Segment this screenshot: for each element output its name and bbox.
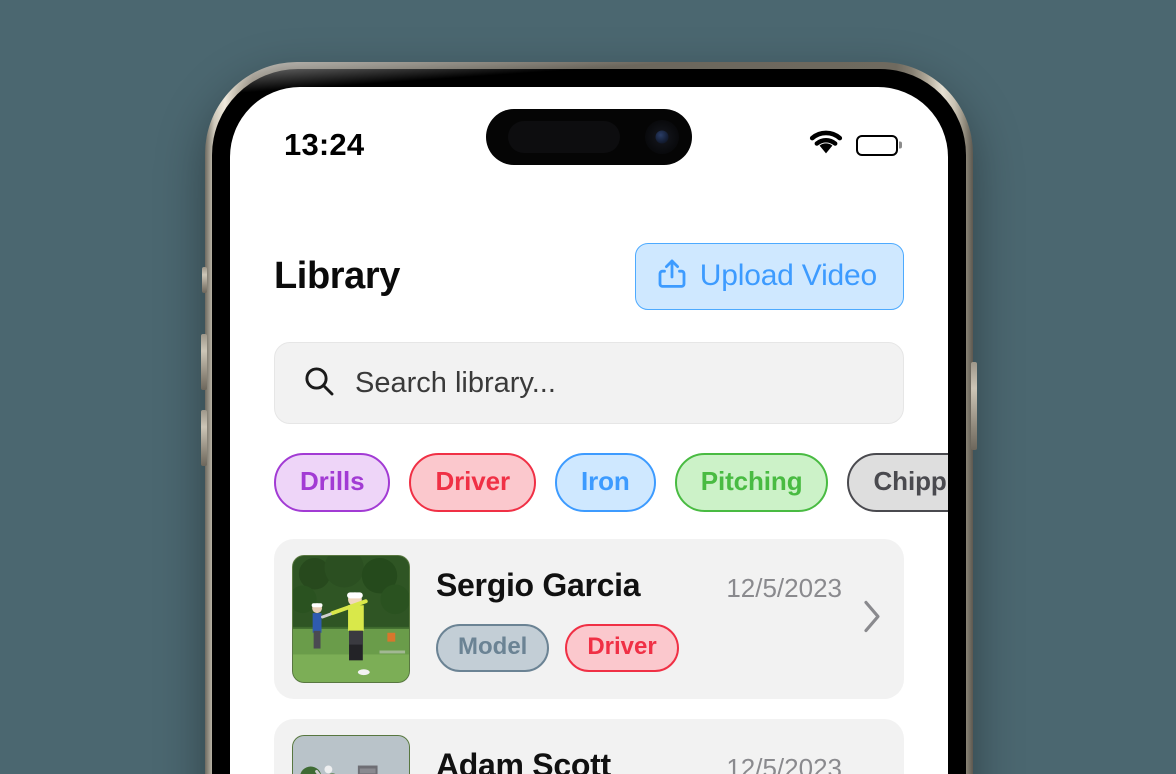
phone-device: 13:24 Library Upload Video Search librar… xyxy=(201,62,977,774)
library-row-tag[interactable]: Model xyxy=(436,623,550,672)
library-row-date: 12/5/2023 xyxy=(726,573,842,603)
library-row-tags: Model Driver xyxy=(436,623,886,672)
phone-screen: 13:24 Library Upload Video Search librar… xyxy=(230,87,948,774)
library-row[interactable]: Sergio Garcia Model Driver 12/5/2023 xyxy=(274,539,904,699)
share-upload-icon xyxy=(658,258,686,294)
library-row-tag[interactable]: Driver xyxy=(565,623,679,672)
volume-up-button[interactable] xyxy=(201,334,207,390)
status-bar: 13:24 xyxy=(230,87,948,195)
silence-switch[interactable] xyxy=(202,267,207,293)
filter-chip-list[interactable]: DrillsDriverIronPitchingChippingPutting xyxy=(230,424,948,512)
library-header: Library Upload Video xyxy=(230,195,948,310)
search-icon xyxy=(303,365,335,402)
phone-bezel: 13:24 Library Upload Video Search librar… xyxy=(212,69,966,774)
battery-icon xyxy=(856,134,898,156)
status-bar-indicators xyxy=(809,122,904,160)
library-list: Sergio Garcia Model Driver 12/5/2023 Adam S… xyxy=(230,512,948,774)
earpiece-speaker xyxy=(508,121,620,153)
library-row-date: 12/5/2023 xyxy=(726,753,842,774)
front-camera xyxy=(645,120,679,154)
filter-chip[interactable]: Drills xyxy=(274,453,391,512)
volume-down-button[interactable] xyxy=(201,410,207,466)
dynamic-island[interactable] xyxy=(486,109,692,165)
filter-chip[interactable]: Pitching xyxy=(674,453,829,512)
search-placeholder: Search library... xyxy=(355,366,556,399)
upload-video-button[interactable]: Upload Video xyxy=(634,243,904,310)
video-thumbnail xyxy=(292,555,410,683)
filter-chip[interactable]: Driver xyxy=(409,453,536,512)
power-button[interactable] xyxy=(971,362,977,450)
library-screen: Library Upload Video Search library... D… xyxy=(230,195,948,774)
status-bar-clock: 13:24 xyxy=(284,127,365,162)
search-input[interactable]: Search library... xyxy=(274,342,904,424)
library-row[interactable]: Adam ScottModelIron12/5/2023 xyxy=(274,719,904,774)
chevron-right-icon xyxy=(862,600,882,639)
filter-chip[interactable]: Iron xyxy=(555,453,656,512)
filter-chip[interactable]: Chipping xyxy=(847,453,948,512)
wifi-icon xyxy=(809,130,843,160)
page-title: Library xyxy=(274,255,401,297)
scene: 13:24 Library Upload Video Search librar… xyxy=(0,0,1176,774)
upload-video-label: Upload Video xyxy=(699,259,877,292)
video-thumbnail xyxy=(292,735,410,774)
